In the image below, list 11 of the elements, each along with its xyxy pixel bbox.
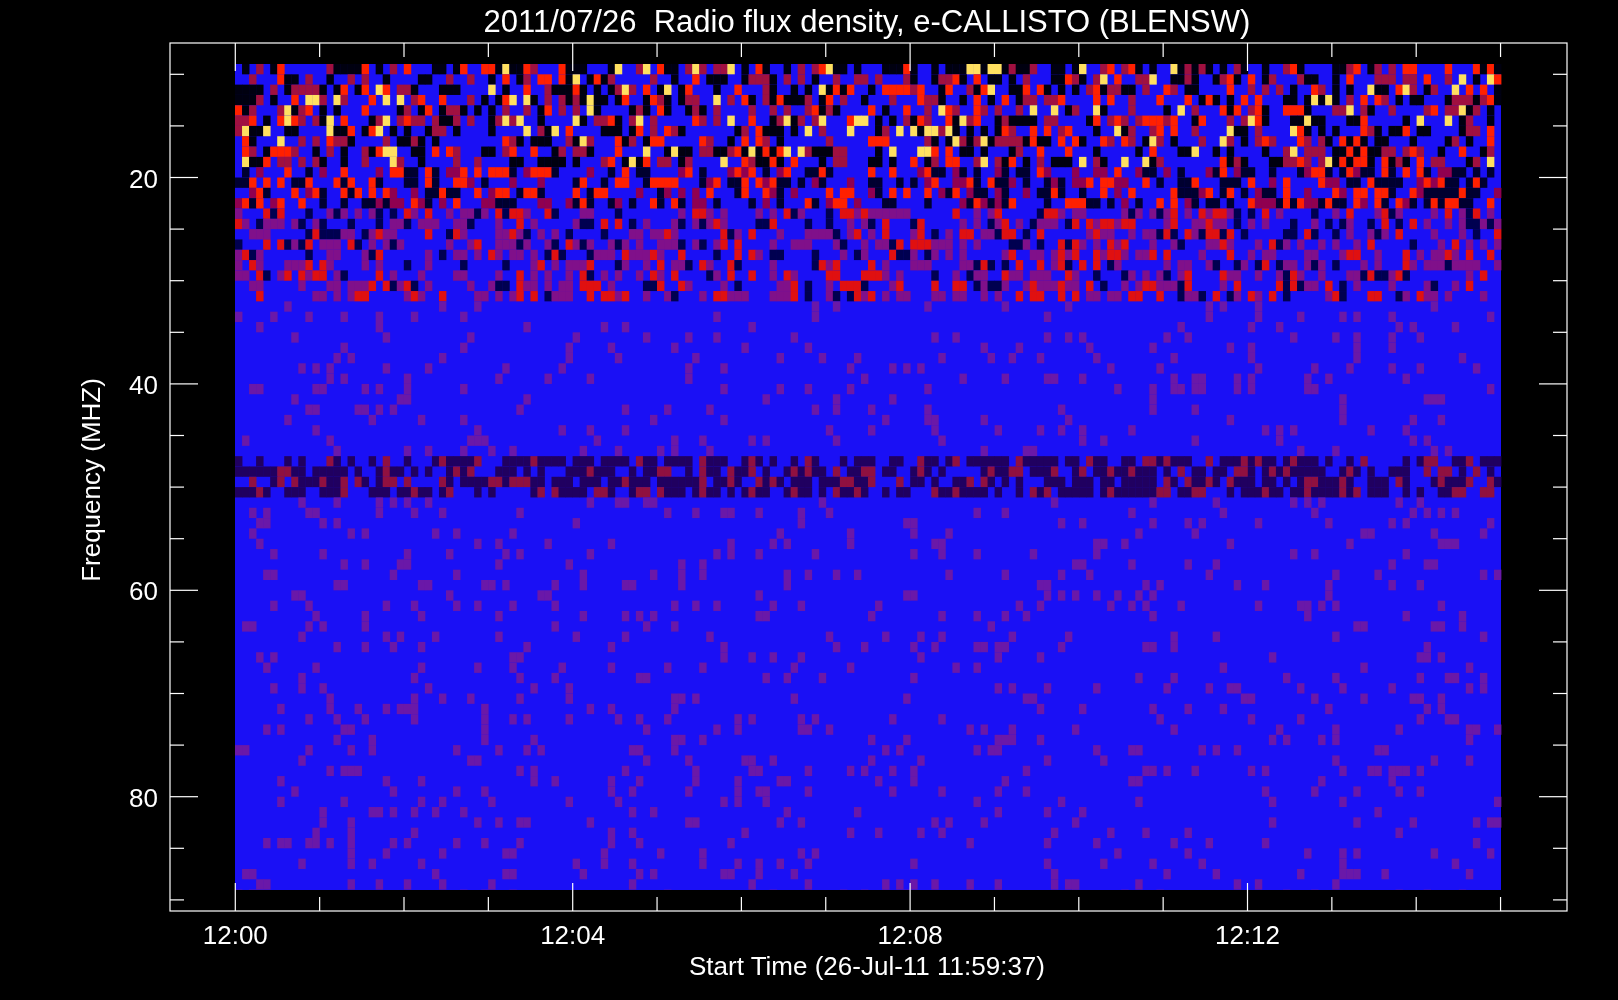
plot-title: 2011/07/26 Radio flux density, e-CALLISTO (BLENSW)	[483, 4, 1251, 39]
axis-label: Frequency (MHZ)	[76, 378, 106, 582]
tick-label: 12:00	[202, 920, 268, 950]
tick-label: 12:12	[1214, 920, 1281, 950]
tick-label: 20	[129, 163, 158, 194]
tick-label: 80	[129, 782, 158, 813]
tick-label: 12:04	[540, 920, 606, 950]
tick-label: 12:08	[877, 920, 943, 950]
tick-label: 60	[129, 576, 158, 607]
tick-label: 40	[129, 369, 158, 400]
axis-label: Start Time (26-Jul-11 11:59:37)	[689, 951, 1045, 981]
